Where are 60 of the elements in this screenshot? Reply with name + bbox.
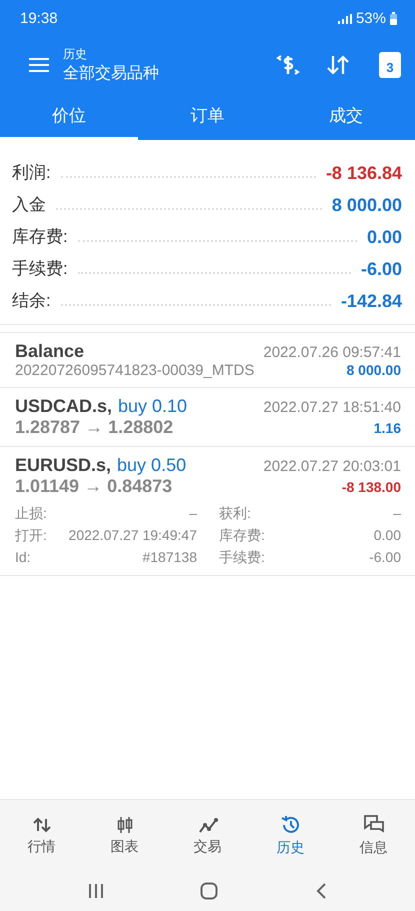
summary-value: 0.00: [366, 227, 402, 248]
detail-label: 获利:: [219, 505, 251, 523]
entry-prices: 1.28787 → 1.28802: [15, 417, 174, 438]
entry-time: 2022.07.26 09:57:41: [263, 344, 401, 361]
trade-side: buy 0.50: [117, 455, 186, 476]
tab[interactable]: 订单: [138, 93, 277, 140]
detail-label: 止损:: [15, 505, 47, 523]
entry-time: 2022.07.27 18:51:40: [263, 399, 401, 416]
screen-title: 全部交易品种: [63, 64, 160, 84]
entry-amount: 1.16: [374, 420, 401, 436]
detail-value: –: [189, 505, 197, 523]
signal-icon: [338, 14, 352, 24]
menu-icon[interactable]: [29, 58, 49, 72]
detail-label: 打开:: [15, 527, 47, 545]
summary-label: 利润:: [12, 162, 51, 184]
entry-time: 2022.07.27 20:03:01: [263, 458, 401, 475]
history-entry[interactable]: EURUSD.s, buy 0.50 2022.07.27 20:03:01 1.01149 → 0.84873 -8 138.00 止损: – 获利: – 打开: 2022.07.27 19:49:47 库存费: 0.00 Id: #187138 手续费: -6.00: [0, 446, 415, 576]
detail-label: 库存费:: [219, 527, 265, 545]
entry-comment: 20220726095741823-00039_MTDS: [15, 362, 254, 379]
summary-label: 入金: [12, 194, 46, 216]
history-entry[interactable]: Balance 2022.07.26 09:57:41 20220726095741823-00039_MTDS 8 000.00: [0, 332, 415, 388]
recent-apps-icon[interactable]: [88, 884, 104, 898]
nav-item[interactable]: 交易: [166, 800, 249, 870]
entry-amount: 8 000.00: [346, 362, 401, 378]
nav-item[interactable]: 历史: [249, 800, 332, 870]
detail-value: 0.00: [374, 527, 401, 545]
status-time: 19:38: [20, 10, 58, 27]
screen-subtitle: 历史: [63, 46, 88, 63]
entry-symbol: USDCAD.s,: [15, 396, 112, 417]
battery-level: 53%: [356, 10, 386, 27]
history-entry[interactable]: USDCAD.s, buy 0.10 2022.07.27 18:51:40 1.28787 → 1.28802 1.16: [0, 387, 415, 447]
entry-symbol: Balance: [15, 341, 84, 362]
summary-value: -8 136.84: [326, 163, 402, 184]
calendar-button[interactable]: 3: [379, 52, 401, 78]
battery-icon: [390, 12, 397, 25]
summary-value: -6.00: [360, 259, 402, 280]
home-icon[interactable]: [200, 882, 218, 900]
nav-item[interactable]: 行情: [0, 800, 83, 870]
summary-value: 8 000.00: [332, 195, 402, 216]
detail-value: 2022.07.27 19:49:47: [68, 527, 197, 545]
detail-label: 手续费:: [219, 549, 265, 567]
trade-side: buy 0.10: [118, 396, 188, 417]
detail-value: -6.00: [369, 549, 401, 567]
summary-label: 手续费:: [12, 258, 68, 280]
chat-icon: [362, 814, 384, 836]
nav-item[interactable]: 图表: [83, 800, 166, 870]
nav-item[interactable]: 信息: [332, 800, 415, 870]
summary-label: 库存费:: [12, 226, 68, 248]
detail-value: –: [393, 505, 401, 523]
back-icon[interactable]: [314, 882, 327, 898]
entry-symbol: EURUSD.s,: [15, 455, 112, 476]
entry-prices: 1.01149 → 0.84873: [15, 476, 172, 497]
tab[interactable]: 成交: [276, 93, 415, 140]
summary-value: -142.84: [340, 291, 402, 312]
tab[interactable]: 价位: [0, 93, 138, 140]
clock-history-icon: [280, 814, 302, 836]
summary-label: 结余:: [12, 290, 51, 312]
detail-value: #187138: [142, 549, 197, 567]
detail-label: Id:: [15, 549, 31, 567]
entry-amount: -8 138.00: [342, 479, 401, 495]
